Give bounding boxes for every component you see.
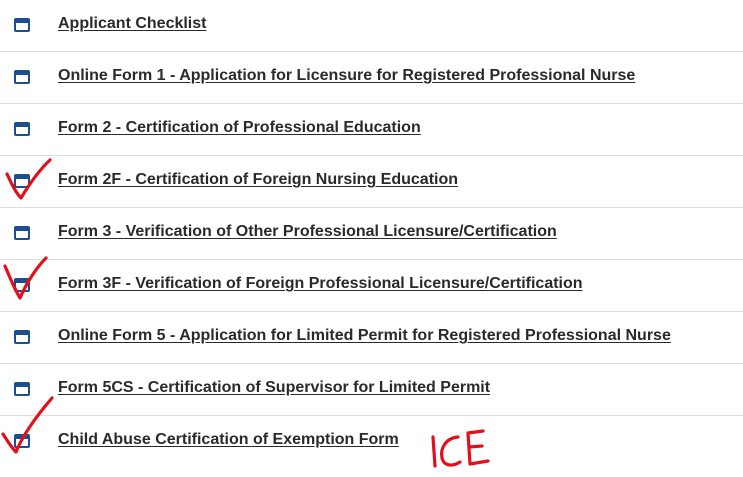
form-link-applicant-checklist[interactable]: Applicant Checklist <box>58 15 206 33</box>
form-link-form-3[interactable]: Form 3 - Verification of Other Professio… <box>58 223 557 241</box>
window-icon <box>14 70 30 84</box>
window-icon <box>14 278 30 292</box>
list-item: Child Abuse Certification of Exemption F… <box>0 416 743 468</box>
list-item: Form 2 - Certification of Professional E… <box>0 104 743 156</box>
form-link-online-form-1[interactable]: Online Form 1 - Application for Licensur… <box>58 67 635 85</box>
form-link-online-form-5[interactable]: Online Form 5 - Application for Limited … <box>58 327 671 345</box>
window-icon <box>14 330 30 344</box>
list-item: Form 5CS - Certification of Supervisor f… <box>0 364 743 416</box>
list-item: Applicant Checklist <box>0 0 743 52</box>
forms-list: Applicant Checklist Online Form 1 - Appl… <box>0 0 743 468</box>
window-icon <box>14 18 30 32</box>
list-item: Form 2F - Certification of Foreign Nursi… <box>0 156 743 208</box>
form-link-form-2f[interactable]: Form 2F - Certification of Foreign Nursi… <box>58 171 458 189</box>
list-item: Form 3F - Verification of Foreign Profes… <box>0 260 743 312</box>
form-link-form-5cs[interactable]: Form 5CS - Certification of Supervisor f… <box>58 379 490 397</box>
form-link-child-abuse-exemption[interactable]: Child Abuse Certification of Exemption F… <box>58 431 399 449</box>
window-icon <box>14 122 30 136</box>
list-item: Online Form 1 - Application for Licensur… <box>0 52 743 104</box>
window-icon <box>14 226 30 240</box>
form-link-form-2[interactable]: Form 2 - Certification of Professional E… <box>58 119 421 137</box>
form-link-form-3f[interactable]: Form 3F - Verification of Foreign Profes… <box>58 275 583 293</box>
list-item: Form 3 - Verification of Other Professio… <box>0 208 743 260</box>
window-icon <box>14 382 30 396</box>
window-icon <box>14 434 30 448</box>
list-item: Online Form 5 - Application for Limited … <box>0 312 743 364</box>
window-icon <box>14 174 30 188</box>
